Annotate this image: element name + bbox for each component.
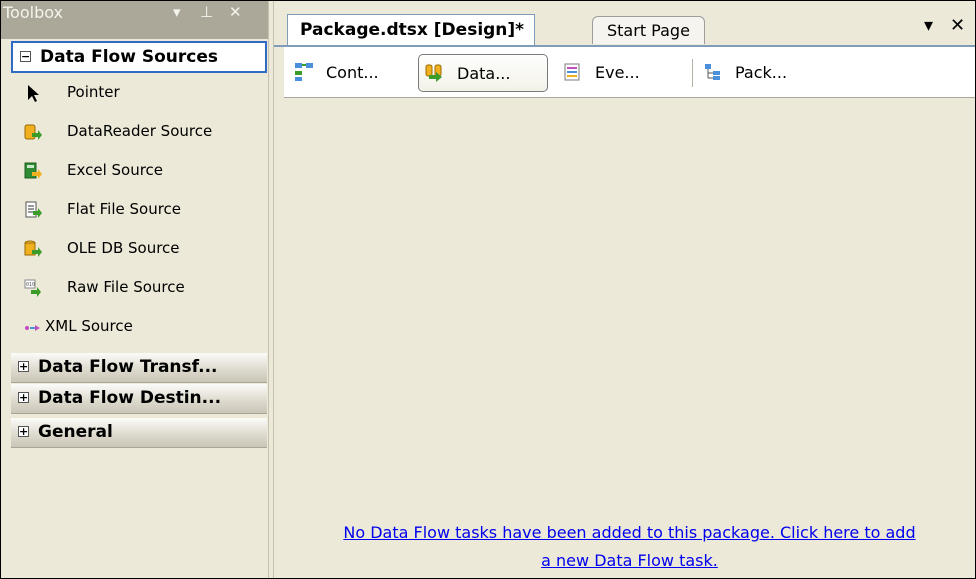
ssis-designer-window: Toolbox ▾ ⊥ ✕ − Data Flow Sources Pointe… [0, 0, 976, 579]
toolbox-dropdown-icon[interactable]: ▾ [173, 3, 181, 21]
category-label: Data Flow Sources [40, 47, 218, 67]
collapse-icon[interactable]: − [20, 51, 31, 62]
tab-package-design[interactable]: Package.dtsx [Design]* [287, 14, 536, 46]
designer-tab-strip: Cont... Data... Eve... Pack... [284, 47, 975, 98]
toolbox-item-label: DataReader Source [67, 122, 213, 140]
toolbox-title: Toolbox [3, 3, 63, 22]
toolbox-item-ole-db-source[interactable]: OLE DB Source [15, 230, 265, 268]
tab-label: Cont... [326, 63, 379, 82]
raw-file-source-icon: 010 [24, 279, 41, 297]
category-label: Data Flow Destin... [38, 388, 222, 408]
tab-event-handlers[interactable]: Eve... [557, 54, 677, 90]
toolbox-item-label: Excel Source [67, 161, 164, 179]
toolbox-item-label: Raw File Source [67, 278, 185, 296]
category-data-flow-transformations[interactable]: + Data Flow Transf... [11, 353, 267, 383]
tab-separator [692, 59, 693, 87]
data-flow-canvas[interactable]: No Data Flow tasks have been added to th… [284, 98, 975, 578]
add-data-flow-task-link[interactable]: No Data Flow tasks have been added to th… [284, 519, 975, 575]
document-close-icon[interactable]: ✕ [950, 15, 965, 36]
toolbox-panel: Toolbox ▾ ⊥ ✕ − Data Flow Sources Pointe… [1, 1, 268, 578]
xml-source-icon [25, 325, 40, 331]
datareader-source-icon [24, 124, 42, 140]
toolbox-item-raw-file-source[interactable]: 010 Raw File Source [15, 269, 265, 307]
category-label: General [38, 422, 113, 442]
toolbox-item-datareader-source[interactable]: DataReader Source [15, 113, 265, 151]
expand-icon[interactable]: + [18, 392, 29, 403]
toolbox-item-label: Pointer [67, 83, 120, 101]
toolbox-title-bar: Toolbox ▾ ⊥ ✕ [1, 1, 268, 39]
flat-file-source-icon [25, 201, 42, 218]
category-data-flow-sources[interactable]: − Data Flow Sources [11, 41, 267, 73]
pointer-icon [28, 85, 39, 102]
tab-label: Eve... [595, 63, 640, 82]
category-data-flow-destinations[interactable]: + Data Flow Destin... [11, 384, 267, 414]
document-dropdown-icon[interactable]: ▾ [924, 15, 933, 36]
tab-data-flow[interactable]: Data... [418, 54, 548, 92]
toolbox-item-excel-source[interactable]: Excel Source [15, 152, 265, 190]
toolbox-item-pointer[interactable]: Pointer [15, 74, 265, 112]
toolbox-item-label: XML Source [45, 317, 133, 335]
tab-label: Data... [457, 64, 511, 83]
tab-label: Pack... [735, 63, 788, 82]
add-task-link-line2[interactable]: a new Data Flow task. [284, 547, 975, 575]
tab-start-page[interactable]: Start Page [592, 16, 705, 44]
expand-icon[interactable]: + [18, 426, 29, 437]
toolbox-item-flat-file-source[interactable]: Flat File Source [15, 191, 265, 229]
toolbox-close-icon[interactable]: ✕ [229, 3, 242, 21]
event-handlers-icon [564, 63, 580, 81]
svg-text:010: 010 [26, 282, 35, 288]
package-explorer-icon [705, 64, 720, 80]
excel-source-icon [24, 162, 42, 179]
toolbox-item-xml-source[interactable]: XML Source [15, 308, 265, 346]
data-flow-icon [425, 64, 442, 82]
document-tab-strip: Package.dtsx [Design]* Start Page ▾ ✕ [274, 1, 975, 46]
category-general[interactable]: + General [11, 418, 267, 448]
toolbox-item-label: Flat File Source [67, 200, 182, 218]
package-designer: Package.dtsx [Design]* Start Page ▾ ✕ Co… [274, 1, 975, 578]
tab-package-explorer[interactable]: Pack... [697, 54, 817, 90]
category-label: Data Flow Transf... [38, 357, 218, 377]
expand-icon[interactable]: + [18, 361, 29, 372]
tab-control-flow[interactable]: Cont... [288, 54, 408, 90]
toolbox-item-label: OLE DB Source [67, 239, 180, 257]
control-flow-icon [295, 63, 313, 81]
toolbox-pin-icon[interactable]: ⊥ [200, 3, 213, 21]
add-task-link-line1[interactable]: No Data Flow tasks have been added to th… [284, 519, 975, 547]
ole-db-source-icon [24, 240, 42, 257]
